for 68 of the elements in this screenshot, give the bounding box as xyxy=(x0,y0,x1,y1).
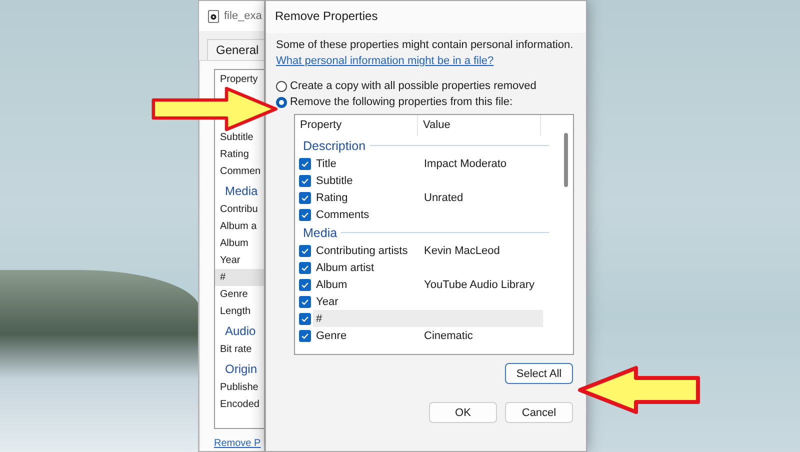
property-row[interactable]: Publishe xyxy=(215,379,264,396)
property-row[interactable]: # xyxy=(215,269,264,286)
list-row[interactable]: Genre Cinematic xyxy=(313,327,543,344)
column-header[interactable]: Value xyxy=(418,115,541,136)
dialog-button[interactable]: Cancel xyxy=(505,402,573,423)
property-name: Contributing artists xyxy=(315,244,409,256)
column-header[interactable]: Property xyxy=(299,115,418,136)
help-link[interactable]: What personal information might be in a file? xyxy=(276,55,494,67)
property-name: Title xyxy=(315,158,338,170)
list-row[interactable]: Album YouTube Audio Library xyxy=(313,276,543,293)
checkbox[interactable] xyxy=(299,244,311,256)
property-value: Impact Moderato xyxy=(424,158,507,170)
checkbox[interactable] xyxy=(299,192,311,204)
property-name: Subtitle xyxy=(315,174,354,186)
checkbox[interactable] xyxy=(299,330,311,342)
property-name: # xyxy=(315,312,324,324)
checkbox[interactable] xyxy=(299,262,311,274)
radio-button[interactable] xyxy=(276,80,287,92)
select-all-button[interactable]: Select All xyxy=(505,363,573,384)
group-heading: Media xyxy=(224,183,258,200)
info-text: Some of these properties might contain personal information. xyxy=(276,39,574,51)
checkbox[interactable] xyxy=(299,174,311,186)
window-title: file_exa xyxy=(224,10,262,22)
property-name: Year xyxy=(315,296,340,308)
list-row[interactable]: Album artist xyxy=(313,259,543,276)
property-row[interactable]: Contribu xyxy=(215,201,264,218)
checkbox[interactable] xyxy=(299,208,311,220)
property-row[interactable]: Year xyxy=(215,252,264,269)
property-row[interactable]: Rating xyxy=(215,146,264,163)
list-row[interactable]: Year xyxy=(313,293,543,310)
property-row[interactable]: Subtitle xyxy=(215,129,264,146)
checkbox[interactable] xyxy=(299,278,311,290)
checkbox[interactable] xyxy=(299,158,311,170)
property-name: Album artist xyxy=(315,262,376,274)
property-value: Unrated xyxy=(424,192,464,204)
property-row[interactable]: Length xyxy=(215,303,264,320)
list-row[interactable]: Rating Unrated xyxy=(313,189,543,206)
property-row[interactable]: Bit rate xyxy=(215,341,264,358)
column-header: Property xyxy=(219,73,258,87)
property-name: Album xyxy=(315,278,348,290)
list-row[interactable]: # xyxy=(313,310,543,327)
property-value: Cinematic xyxy=(424,330,473,342)
group-heading: Media xyxy=(303,226,338,240)
list-row[interactable]: Title Impact Moderato xyxy=(313,155,543,172)
general-tab[interactable]: General xyxy=(207,39,264,60)
list-row[interactable]: Subtitle xyxy=(313,172,543,189)
list-row[interactable]: Contributing artists Kevin MacLeod xyxy=(313,242,543,259)
checkbox[interactable] xyxy=(299,296,311,308)
radio-button[interactable] xyxy=(276,96,287,108)
property-row[interactable]: Album xyxy=(215,235,264,252)
property-name: Genre xyxy=(315,330,348,342)
list-row[interactable]: Comments xyxy=(313,206,543,223)
property-row[interactable]: Genre xyxy=(215,286,264,303)
dialog-title: Remove Properties xyxy=(266,1,586,33)
group-heading: Audio xyxy=(224,323,256,340)
property-value: YouTube Audio Library xyxy=(424,278,534,290)
property-row[interactable]: Album a xyxy=(215,218,264,235)
group-heading: Description xyxy=(303,138,366,152)
property-name: Rating xyxy=(315,192,349,204)
property-value: Kevin MacLeod xyxy=(424,244,500,256)
property-row[interactable]: Commen xyxy=(215,163,264,180)
file-icon xyxy=(208,10,219,22)
property-row[interactable]: Encoded xyxy=(215,396,264,413)
remove-properties-link[interactable]: Remove P xyxy=(214,438,261,449)
checkbox[interactable] xyxy=(299,312,311,324)
dialog-button[interactable]: OK xyxy=(429,402,497,423)
property-name: Comments xyxy=(315,208,370,220)
group-heading: Origin xyxy=(224,361,258,378)
